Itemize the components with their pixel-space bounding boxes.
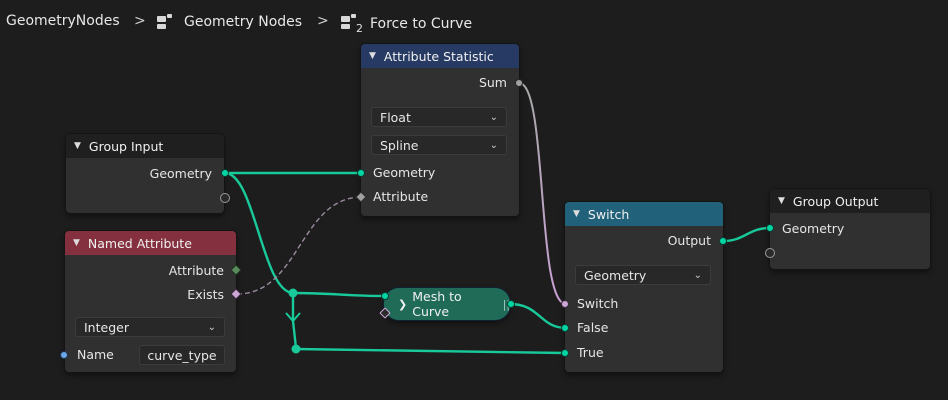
chevron-down-icon: ⌄: [489, 139, 498, 151]
switch-true-label: True: [577, 345, 604, 360]
node-editor-canvas[interactable]: GeometryNodes > Geometry Nodes > 2 Force…: [0, 0, 948, 400]
switch-header[interactable]: ▼ Switch: [565, 202, 723, 226]
link-reroute-to-switch-true: [295, 347, 567, 355]
group-input-node[interactable]: ▼ Group Input Geometry: [66, 134, 224, 213]
attribute-statistic-node[interactable]: ▼ Attribute Statistic Sum Float ⌄ Spline…: [361, 44, 519, 216]
group-output-node[interactable]: ▼ Group Output Geometry: [770, 189, 930, 269]
link-meshtocurve-to-switch-false: [509, 302, 567, 330]
collapse-chevron-icon[interactable]: ▼: [778, 196, 785, 206]
mesh-to-curve-curve-socket[interactable]: [507, 300, 515, 308]
attribute-statistic-geometry-label: Geometry: [373, 165, 436, 180]
attribute-statistic-title: Attribute Statistic: [383, 48, 494, 64]
group-input-empty-socket[interactable]: [220, 193, 230, 203]
group-input-geometry-socket[interactable]: [221, 169, 229, 177]
named-attribute-name-socket[interactable]: [60, 351, 68, 359]
switch-title: Switch: [587, 206, 630, 222]
named-attribute-name-label: Name: [77, 347, 114, 362]
expand-chevron-icon[interactable]: ❯: [398, 298, 407, 311]
mesh-to-curve-node[interactable]: ❯ Mesh to Curve ||: [384, 288, 510, 320]
mesh-to-curve-title: Mesh to Curve: [412, 289, 462, 319]
group-output-header[interactable]: ▼ Group Output: [770, 189, 930, 213]
named-attribute-name-field[interactable]: curve_type: [139, 345, 225, 365]
group-input-title: Group Input: [88, 138, 164, 154]
breadcrumb-separator: >: [317, 13, 329, 29]
group-output-geometry-label: Geometry: [782, 221, 845, 236]
breadcrumb-node-group-label: Force to Curve: [370, 16, 473, 32]
named-attribute-node[interactable]: ▼ Named Attribute Attribute Exists Integ…: [65, 231, 236, 372]
attribute-statistic-geometry-socket[interactable]: [357, 169, 365, 177]
breadcrumb-object[interactable]: GeometryNodes: [6, 13, 120, 29]
collapse-chevron-icon[interactable]: ▼: [74, 141, 81, 151]
collapse-chevron-icon[interactable]: ▼: [573, 209, 580, 219]
named-attribute-type-value: Integer: [84, 319, 129, 335]
group-input-header[interactable]: ▼ Group Input: [66, 134, 224, 158]
reroute-dot-1: [288, 288, 298, 298]
switch-switch-label: Switch: [577, 296, 619, 311]
breadcrumb-node-group[interactable]: 2 Force to Curve: [340, 13, 472, 35]
chevron-down-icon: ⌄: [489, 111, 498, 123]
switch-false-label: False: [577, 320, 609, 335]
switch-node[interactable]: ▼ Switch Output Geometry ⌄ Switch False …: [565, 202, 723, 372]
group-output-title: Group Output: [792, 193, 879, 209]
link-reroute-arrow: [285, 312, 301, 323]
chevron-down-icon: ⌄: [693, 269, 702, 281]
collapse-chevron-icon[interactable]: ▼: [369, 51, 376, 61]
attribute-statistic-domain-dropdown[interactable]: Spline ⌄: [371, 135, 507, 155]
switch-type-value: Geometry: [584, 267, 647, 283]
switch-output-label: Output: [667, 233, 711, 248]
mesh-to-curve-mesh-socket[interactable]: [381, 292, 389, 300]
named-attribute-header[interactable]: ▼ Named Attribute: [65, 231, 236, 255]
named-attribute-type-dropdown[interactable]: Integer ⌄: [75, 317, 225, 337]
switch-switch-socket[interactable]: [561, 300, 569, 308]
attribute-statistic-attribute-label: Attribute: [373, 189, 429, 204]
attribute-statistic-type-value: Float: [380, 109, 411, 125]
breadcrumb-node-tree[interactable]: Geometry Nodes: [156, 13, 302, 31]
attribute-statistic-sum-label: Sum: [478, 75, 507, 90]
switch-output-socket[interactable]: [719, 237, 727, 245]
attribute-statistic-header[interactable]: ▼ Attribute Statistic: [361, 44, 519, 68]
switch-false-socket[interactable]: [561, 324, 569, 332]
named-attribute-exists-label: Exists: [187, 287, 224, 302]
switch-true-socket[interactable]: [561, 349, 569, 357]
link-stat-sum-to-switch: [518, 82, 567, 305]
named-attribute-title: Named Attribute: [87, 235, 192, 251]
named-attribute-attribute-label: Attribute: [168, 263, 224, 278]
attribute-statistic-type-dropdown[interactable]: Float ⌄: [371, 107, 507, 127]
attribute-statistic-domain-value: Spline: [380, 137, 419, 153]
switch-type-dropdown[interactable]: Geometry ⌄: [575, 265, 711, 285]
breadcrumb-node-tree-label: Geometry Nodes: [184, 14, 303, 30]
node-tree-icon: [157, 14, 172, 29]
breadcrumb-separator: >: [134, 13, 146, 29]
link-reroute-to-reroute: [291, 320, 298, 349]
link-exists-to-stat-attribute: [236, 196, 363, 295]
collapse-chevron-icon[interactable]: ▼: [73, 238, 80, 248]
link-reroute-to-meshtocurve: [292, 291, 387, 298]
group-input-geometry-label: Geometry: [149, 166, 212, 181]
group-output-geometry-socket[interactable]: [766, 224, 774, 232]
attribute-statistic-sum-socket[interactable]: [515, 79, 523, 87]
breadcrumb-subscript: 2: [356, 22, 363, 35]
link-switch-output-to-groupoutput: [722, 226, 771, 243]
group-output-empty-socket[interactable]: [765, 248, 775, 258]
reroute-dot-2: [291, 344, 301, 354]
chevron-down-icon: ⌄: [207, 321, 216, 333]
